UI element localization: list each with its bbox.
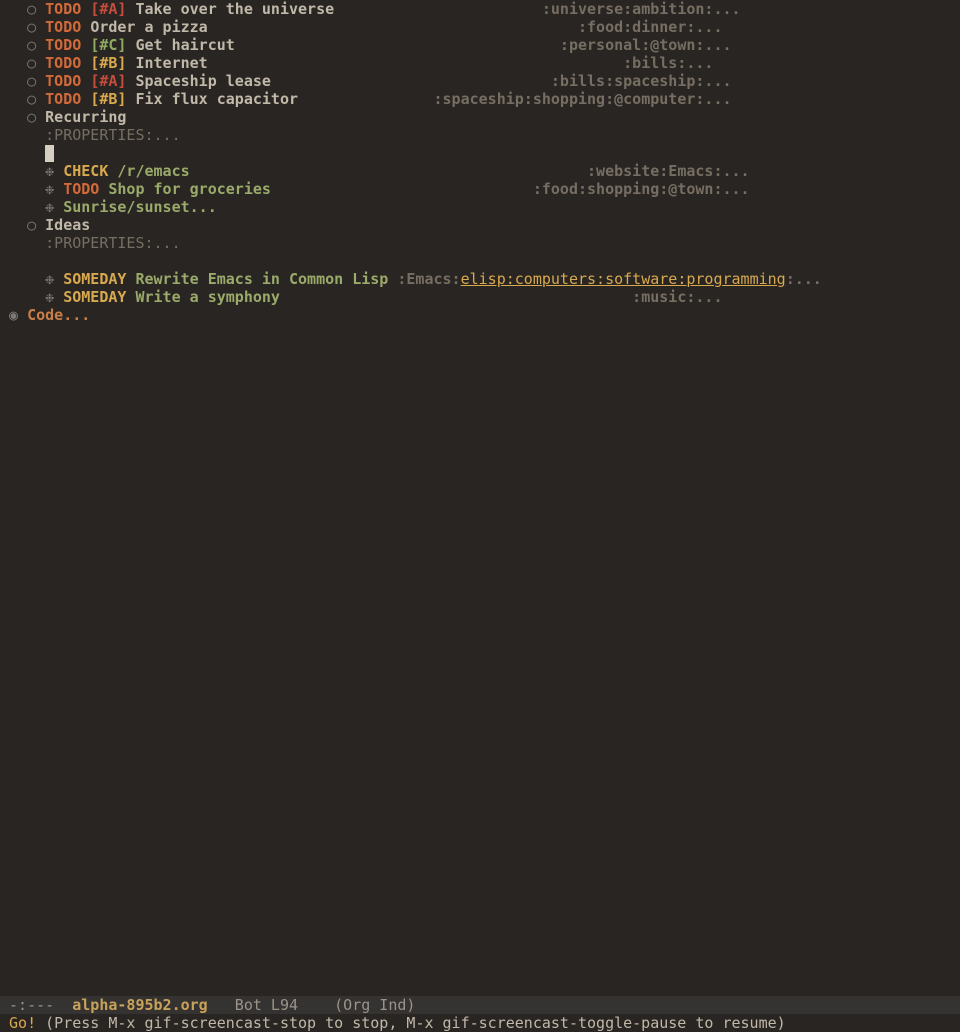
todo-keyword: TODO	[63, 180, 99, 198]
priority: [#A]	[90, 72, 126, 90]
org-heading[interactable]: ◉ Code...	[0, 306, 960, 324]
heading-title: Spaceship lease	[135, 72, 270, 90]
heading-title: Sunrise/sunset...	[63, 198, 217, 216]
tags: :personal:@town:...	[560, 36, 732, 54]
heading-title: Recurring	[45, 108, 126, 126]
tags: :website:Emacs:...	[587, 162, 750, 180]
properties-drawer[interactable]: :PROPERTIES:...	[0, 234, 960, 252]
bullet-icon: ○	[27, 90, 45, 108]
heading-title: Shop for groceries	[108, 180, 271, 198]
org-heading[interactable]: ❉ SOMEDAY Write a symphony :music:...	[0, 288, 960, 306]
todo-keyword: TODO	[45, 18, 81, 36]
heading-title: Write a symphony	[135, 288, 280, 306]
tags: :spaceship:shopping:@computer:...	[434, 90, 732, 108]
bullet-icon: ❉	[45, 198, 63, 216]
modeline-position: Bot L94 (Org Ind)	[208, 996, 416, 1014]
priority: [#B]	[90, 54, 126, 72]
modeline-status: -:---	[0, 996, 72, 1014]
mode-line: -:--- alpha-895b2.org Bot L94 (Org Ind)	[0, 996, 960, 1014]
org-heading[interactable]: ❉ CHECK /r/emacs :website:Emacs:...	[0, 162, 960, 180]
org-heading[interactable]: ○ TODO [#C] Get haircut :personal:@town:…	[0, 36, 960, 54]
heading-title: Code...	[27, 306, 90, 324]
minibuffer-message: (Press M-x gif-screencast-stop to stop, …	[36, 1014, 786, 1032]
tags: :food:dinner:...	[578, 18, 723, 36]
properties-drawer[interactable]: :PROPERTIES:...	[0, 126, 960, 144]
todo-keyword: TODO	[45, 54, 81, 72]
bullet-icon: ❉	[45, 270, 63, 288]
heading-title: Fix flux capacitor	[135, 90, 298, 108]
org-heading[interactable]: ○ TODO Order a pizza :food:dinner:...	[0, 18, 960, 36]
blank-line	[0, 252, 960, 270]
org-heading[interactable]: ❉ SOMEDAY Rewrite Emacs in Common Lisp :…	[0, 270, 960, 288]
tags: :universe:ambition:...	[542, 0, 741, 18]
bullet-icon: ❉	[45, 288, 63, 306]
todo-keyword: TODO	[45, 36, 81, 54]
org-heading[interactable]: ○ TODO [#B] Fix flux capacitor :spaceshi…	[0, 90, 960, 108]
todo-keyword: SOMEDAY	[63, 288, 126, 306]
modeline-filename: alpha-895b2.org	[72, 996, 207, 1014]
priority: [#C]	[90, 36, 126, 54]
heading-title: /r/emacs	[117, 162, 189, 180]
tags: :bills:...	[623, 54, 713, 72]
tags: :food:shopping:@town:...	[533, 180, 750, 198]
org-heading[interactable]: ❉ TODO Shop for groceries :food:shopping…	[0, 180, 960, 198]
tags: :Emacs:	[397, 270, 460, 288]
bullet-icon: ❉	[45, 180, 63, 198]
org-heading[interactable]: ○ TODO [#A] Take over the universe :univ…	[0, 0, 960, 18]
tag-link[interactable]: elisp:computers:software:programming	[461, 270, 786, 288]
tags: :bills:spaceship:...	[551, 72, 732, 90]
org-heading[interactable]: ○ TODO [#B] Internet :bills:...	[0, 54, 960, 72]
bullet-icon: ○	[27, 18, 45, 36]
text-cursor	[45, 145, 54, 162]
minibuffer-go: Go!	[9, 1014, 36, 1032]
org-heading[interactable]: ○ Ideas	[0, 216, 960, 234]
todo-keyword: CHECK	[63, 162, 108, 180]
bullet-icon: ○	[27, 54, 45, 72]
heading-title: Get haircut	[135, 36, 234, 54]
heading-title: Rewrite Emacs in Common Lisp	[135, 270, 397, 288]
org-heading[interactable]: ○ TODO [#A] Spaceship lease :bills:space…	[0, 72, 960, 90]
priority: [#B]	[90, 90, 126, 108]
heading-title: Internet	[135, 54, 207, 72]
cursor-line[interactable]	[0, 144, 960, 162]
editor-buffer[interactable]: ○ TODO [#A] Take over the universe :univ…	[0, 0, 960, 324]
todo-keyword: TODO	[45, 0, 81, 18]
tags: :...	[786, 270, 822, 288]
drawer-label: :PROPERTIES:...	[45, 234, 180, 252]
bullet-icon: ❉	[45, 162, 63, 180]
heading-title: Take over the universe	[135, 0, 334, 18]
bullet-icon: ○	[27, 36, 45, 54]
heading-title: Order a pizza	[90, 18, 207, 36]
bullet-icon: ○	[27, 72, 45, 90]
org-heading[interactable]: ❉ Sunrise/sunset...	[0, 198, 960, 216]
bullet-icon: ◉	[9, 306, 27, 324]
heading-title: Ideas	[45, 216, 90, 234]
tags: :music:...	[632, 288, 722, 306]
bullet-icon: ○	[27, 0, 45, 18]
drawer-label: :PROPERTIES:...	[45, 126, 180, 144]
minibuffer: Go! (Press M-x gif-screencast-stop to st…	[0, 1014, 960, 1032]
todo-keyword: TODO	[45, 72, 81, 90]
bullet-icon: ○	[27, 108, 45, 126]
priority: [#A]	[90, 0, 126, 18]
bullet-icon: ○	[27, 216, 45, 234]
org-heading[interactable]: ○ Recurring	[0, 108, 960, 126]
todo-keyword: SOMEDAY	[63, 270, 126, 288]
todo-keyword: TODO	[45, 90, 81, 108]
